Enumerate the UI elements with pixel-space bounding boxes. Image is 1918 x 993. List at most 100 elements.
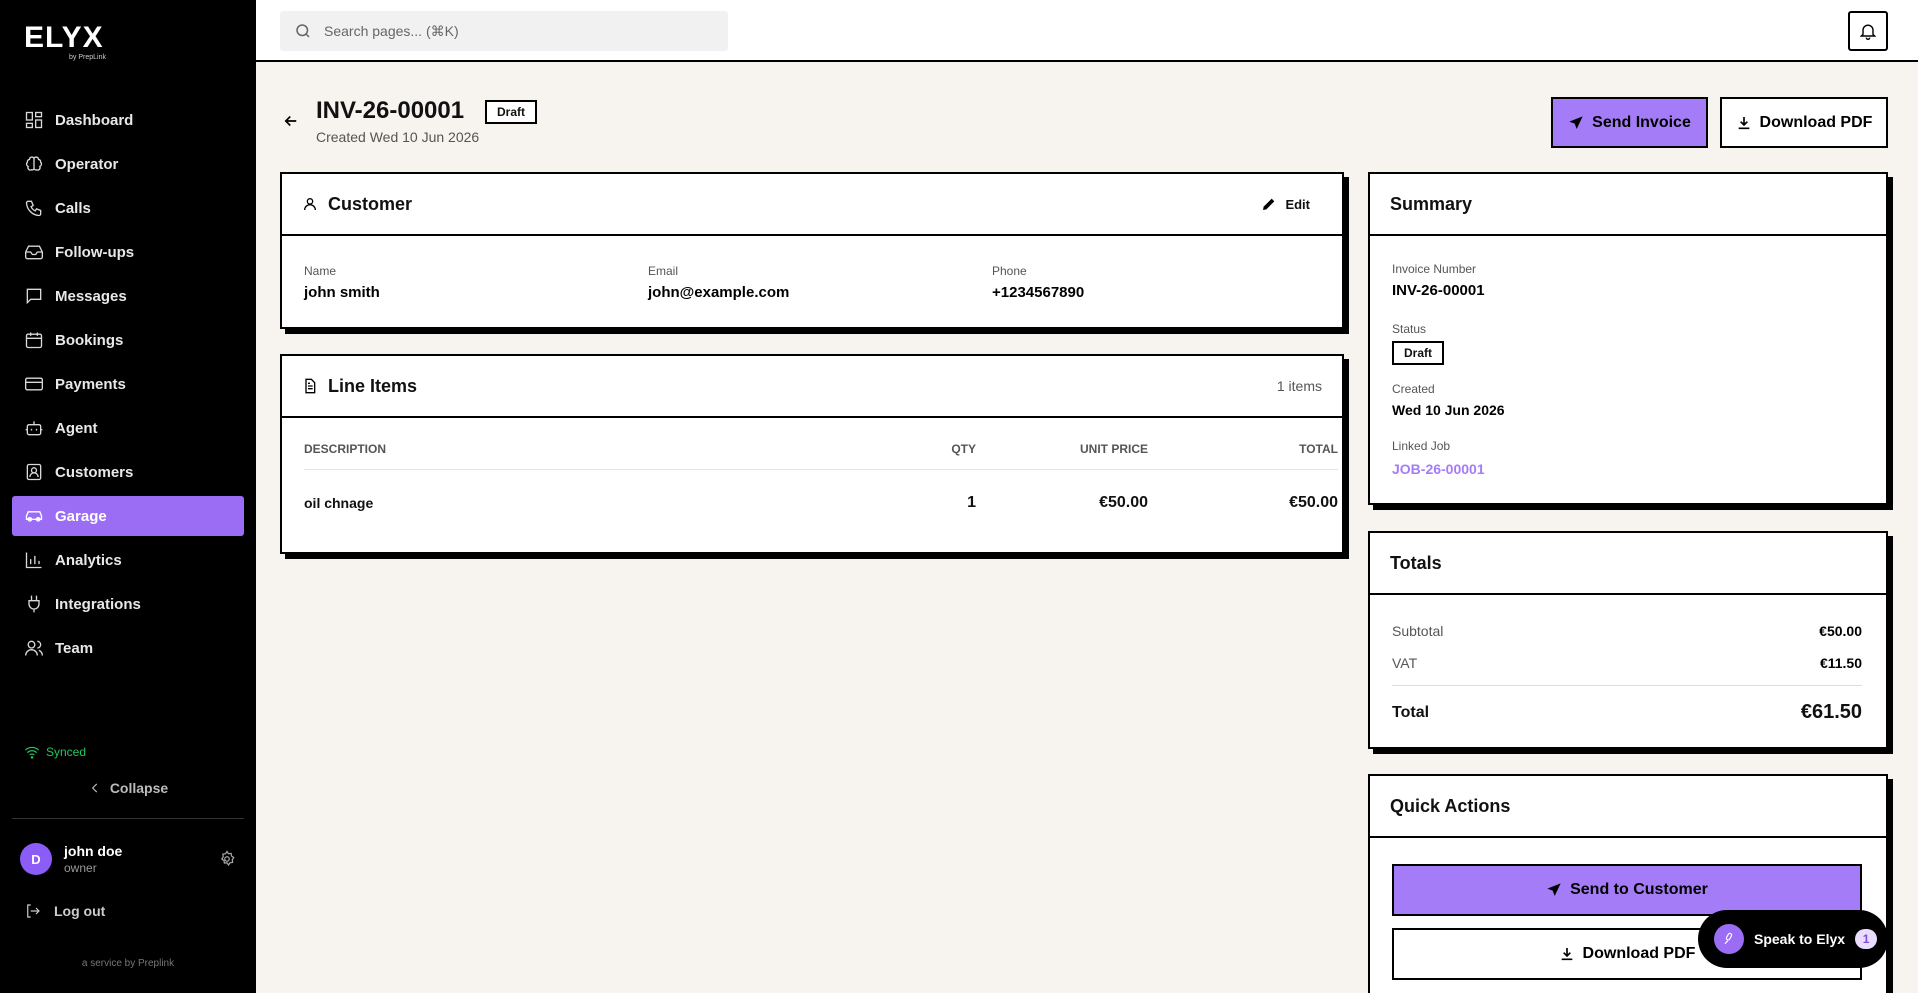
- notification-count-badge: 1: [1855, 929, 1878, 949]
- customer-card-header: Customer Edit: [282, 174, 1342, 236]
- brain-icon: [25, 156, 43, 171]
- row-unit-price: €50.00: [1099, 494, 1148, 511]
- summary-linked-job: Linked Job JOB-26-00001: [1392, 439, 1485, 477]
- avatar: D: [20, 843, 52, 875]
- sidebar-item-label: Follow-ups: [55, 243, 135, 261]
- chevron-left-icon: [91, 783, 97, 793]
- customer-phone-label: Phone: [992, 264, 1027, 278]
- sidebar-item-agent[interactable]: Agent: [12, 408, 244, 448]
- mic-button: [1714, 924, 1744, 954]
- total-row: Total €61.50: [1392, 701, 1862, 724]
- send-to-customer-button[interactable]: Send to Customer: [1392, 864, 1862, 916]
- sync-status-label: Synced: [46, 745, 87, 759]
- sidebar-item-integrations[interactable]: Integrations: [12, 584, 244, 624]
- microphone-icon: [1724, 932, 1733, 945]
- send-icon: [1547, 883, 1561, 896]
- sidebar-item-bookings[interactable]: Bookings: [12, 320, 244, 360]
- sidebar-item-calls[interactable]: Calls: [12, 188, 244, 228]
- page-title: INV-26-00001: [316, 97, 465, 124]
- download-icon: [1561, 948, 1572, 961]
- sidebar-item-analytics[interactable]: Analytics: [12, 540, 244, 580]
- sidebar-nav: Dashboard Operator Calls Follow-ups Mess…: [12, 100, 244, 672]
- sidebar-item-dashboard[interactable]: Dashboard: [12, 100, 244, 140]
- subtotal-label: Subtotal: [1392, 623, 1444, 639]
- totals-divider: [1392, 685, 1862, 686]
- sidebar-item-payments[interactable]: Payments: [12, 364, 244, 404]
- contact-icon: [26, 463, 42, 481]
- logout-button[interactable]: Log out: [24, 902, 105, 920]
- search-input[interactable]: [324, 23, 704, 39]
- sidebar-item-label: Team: [55, 639, 94, 657]
- user-info: john doe owner: [64, 843, 122, 875]
- plug-icon: [28, 595, 40, 613]
- subtotal-value: €50.00: [1819, 623, 1862, 639]
- customer-name-label: Name: [304, 264, 337, 278]
- col-qty: QTY: [951, 442, 976, 456]
- summary-invoice-number: Invoice Number INV-26-00001: [1392, 262, 1485, 299]
- col-description: DESCRIPTION: [304, 442, 387, 456]
- collapse-button[interactable]: Collapse: [0, 780, 256, 796]
- sidebar-item-customers[interactable]: Customers: [12, 452, 244, 492]
- created-label: Created: [1392, 382, 1435, 396]
- phone-icon: [25, 200, 42, 217]
- search-icon: [296, 24, 310, 38]
- line-items-title: Line Items: [328, 375, 418, 396]
- quick-actions-title: Quick Actions: [1390, 795, 1511, 816]
- user-role: owner: [64, 861, 97, 875]
- send-invoice-label: Send Invoice: [1592, 113, 1691, 131]
- customer-name-field: Name john smith: [304, 264, 380, 301]
- download-pdf-button[interactable]: Download PDF: [1720, 97, 1888, 148]
- back-arrow-icon[interactable]: [282, 112, 300, 130]
- totals-header: Totals: [1370, 533, 1886, 595]
- customer-phone-field: Phone +1234567890: [992, 264, 1084, 301]
- car-icon: [25, 511, 43, 522]
- users-icon: [25, 640, 43, 656]
- sidebar-item-operator[interactable]: Operator: [12, 144, 244, 184]
- user-profile[interactable]: D john doe owner: [20, 843, 236, 875]
- notifications-button[interactable]: [1848, 11, 1888, 51]
- sidebar-item-team[interactable]: Team: [12, 628, 244, 668]
- row-description: oil chnage: [304, 495, 374, 511]
- vat-label: VAT: [1392, 655, 1418, 671]
- sidebar-item-garage[interactable]: Garage: [12, 496, 244, 536]
- col-total: TOTAL: [1299, 442, 1338, 456]
- sidebar-item-messages[interactable]: Messages: [12, 276, 244, 316]
- sidebar: ELYX by PrepLink Dashboard Operator Call…: [0, 0, 256, 993]
- message-icon: [26, 288, 42, 305]
- status-label: Status: [1392, 322, 1427, 336]
- speak-label: Speak to Elyx: [1754, 931, 1846, 947]
- status-badge: Draft: [1392, 341, 1445, 365]
- vat-value: €11.50: [1819, 655, 1862, 671]
- sidebar-item-label: Integrations: [55, 595, 141, 613]
- linked-job-link[interactable]: JOB-26-00001: [1392, 461, 1485, 477]
- send-invoice-button[interactable]: Send Invoice: [1551, 97, 1708, 148]
- download-pdf-label: Download PDF: [1759, 113, 1873, 131]
- sidebar-item-label: Calls: [55, 199, 91, 217]
- gear-icon[interactable]: [218, 850, 236, 868]
- user-icon: [304, 198, 316, 211]
- search-box[interactable]: [280, 11, 728, 51]
- line-items-table: DESCRIPTION QTY UNIT PRICE TOTAL oil chn…: [304, 442, 1338, 536]
- table-row[interactable]: oil chnage 1 €50.00 €50.00: [304, 470, 1338, 536]
- customer-email-value: john@example.com: [648, 284, 790, 301]
- col-unit-price: UNIT PRICE: [1079, 442, 1148, 456]
- created-date: Created Wed 10 Jun 2026: [316, 129, 480, 145]
- edit-customer-button[interactable]: Edit: [1261, 196, 1310, 212]
- speak-to-elyx-button[interactable]: Speak to Elyx 1: [1698, 910, 1888, 968]
- invoice-number-label: Invoice Number: [1392, 262, 1477, 276]
- inbox-icon: [25, 245, 43, 260]
- sidebar-item-label: Analytics: [55, 551, 122, 569]
- logo[interactable]: ELYX by PrepLink: [24, 23, 106, 62]
- row-total: €50.00: [1289, 494, 1338, 511]
- edit-label: Edit: [1285, 196, 1310, 212]
- sidebar-item-follow-ups[interactable]: Follow-ups: [12, 232, 244, 272]
- totals-title: Totals: [1390, 552, 1442, 573]
- customer-card: Customer Edit Name john smith Email john…: [280, 172, 1344, 329]
- bar-chart-icon: [25, 552, 42, 569]
- totals-card: Totals Subtotal €50.00 VAT €11.50 Total …: [1368, 531, 1888, 749]
- service-note: a service by Preplink: [81, 958, 175, 969]
- summary-title: Summary: [1390, 193, 1473, 214]
- pencil-icon: [1263, 198, 1275, 210]
- linked-job-label: Linked Job: [1392, 439, 1451, 453]
- card-icon: [25, 377, 43, 391]
